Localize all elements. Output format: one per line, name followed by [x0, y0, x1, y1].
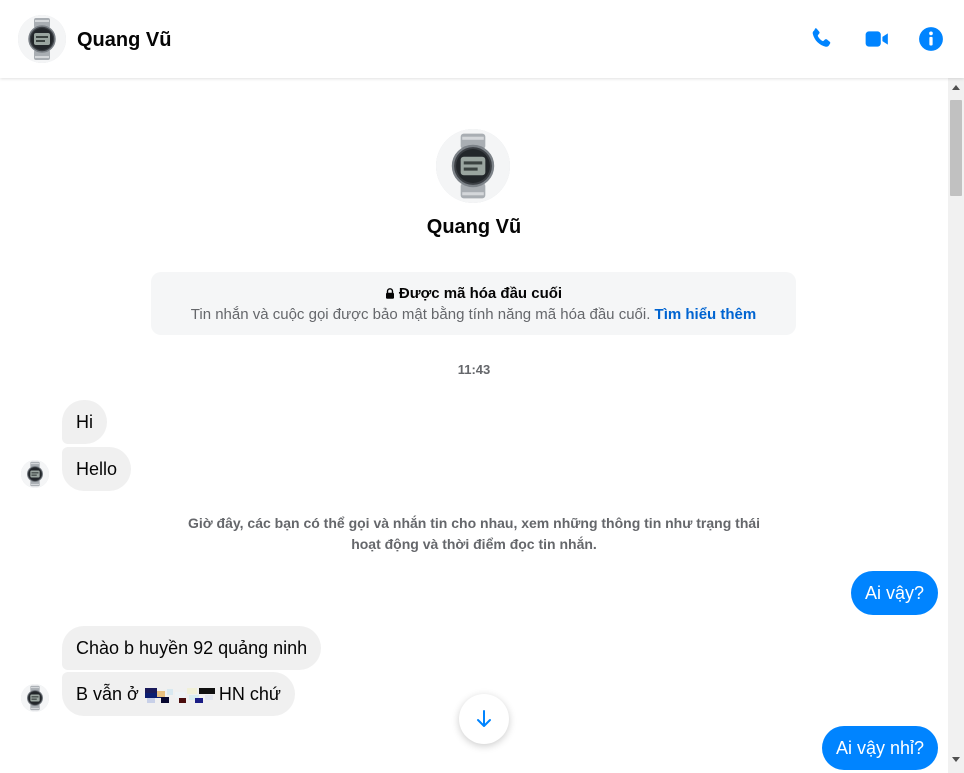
incoming-message[interactable]: Chào b huyền 92 quảng ninh [62, 626, 322, 670]
scroll-down-arrow-icon[interactable] [952, 757, 960, 762]
scrollbar[interactable] [948, 78, 964, 773]
outgoing-message[interactable]: Ai vậy? [850, 571, 938, 615]
message-text-after: HN chứ [218, 684, 281, 704]
encryption-title: Được mã hóa đầu cuối [398, 285, 563, 302]
incoming-message[interactable]: Hello [62, 447, 132, 491]
lock-icon [385, 288, 394, 299]
phone-icon[interactable] [808, 26, 834, 52]
video-camera-icon[interactable] [864, 26, 890, 52]
scroll-up-arrow-icon[interactable] [952, 85, 960, 90]
system-message: Giờ đây, các bạn có thể gọi và nhắn tin … [187, 515, 761, 552]
sender-avatar[interactable] [21, 684, 49, 712]
contact-avatar[interactable] [18, 15, 66, 63]
watch-avatar-image [21, 684, 49, 712]
redacted-text [143, 687, 215, 704]
profile-avatar[interactable] [436, 129, 510, 203]
profile-name: Quang Vũ [426, 216, 522, 238]
message-text-before: B vẫn ở [76, 684, 139, 704]
sender-avatar[interactable] [21, 460, 49, 488]
learn-more-link[interactable]: Tìm hiểu thêm [655, 306, 757, 323]
message-thread[interactable]: Quang Vũ Được mã hóa đầu cuối Tin nhắn v… [0, 78, 948, 773]
encryption-notice: Được mã hóa đầu cuối Tin nhắn và cuộc gọ… [151, 272, 796, 335]
contact-name[interactable]: Quang Vũ [77, 29, 171, 52]
conversation-header: Quang Vũ [0, 0, 964, 78]
watch-avatar-image [18, 15, 66, 63]
encryption-description: Tin nhắn và cuộc gọi được bảo mật bằng t… [190, 306, 651, 323]
watch-avatar-image [436, 129, 510, 203]
incoming-message[interactable]: Hi [62, 400, 107, 444]
message-timestamp: 11:43 [457, 362, 491, 377]
watch-avatar-image [21, 460, 49, 488]
info-icon[interactable] [918, 26, 944, 52]
outgoing-message[interactable]: Ai vậy nhỉ? [821, 726, 938, 770]
incoming-message[interactable]: B vẫn ở HN chứ [62, 672, 295, 716]
arrow-down-icon [477, 710, 491, 727]
scroll-to-bottom-button[interactable] [459, 694, 509, 744]
scrollbar-thumb[interactable] [950, 100, 962, 196]
